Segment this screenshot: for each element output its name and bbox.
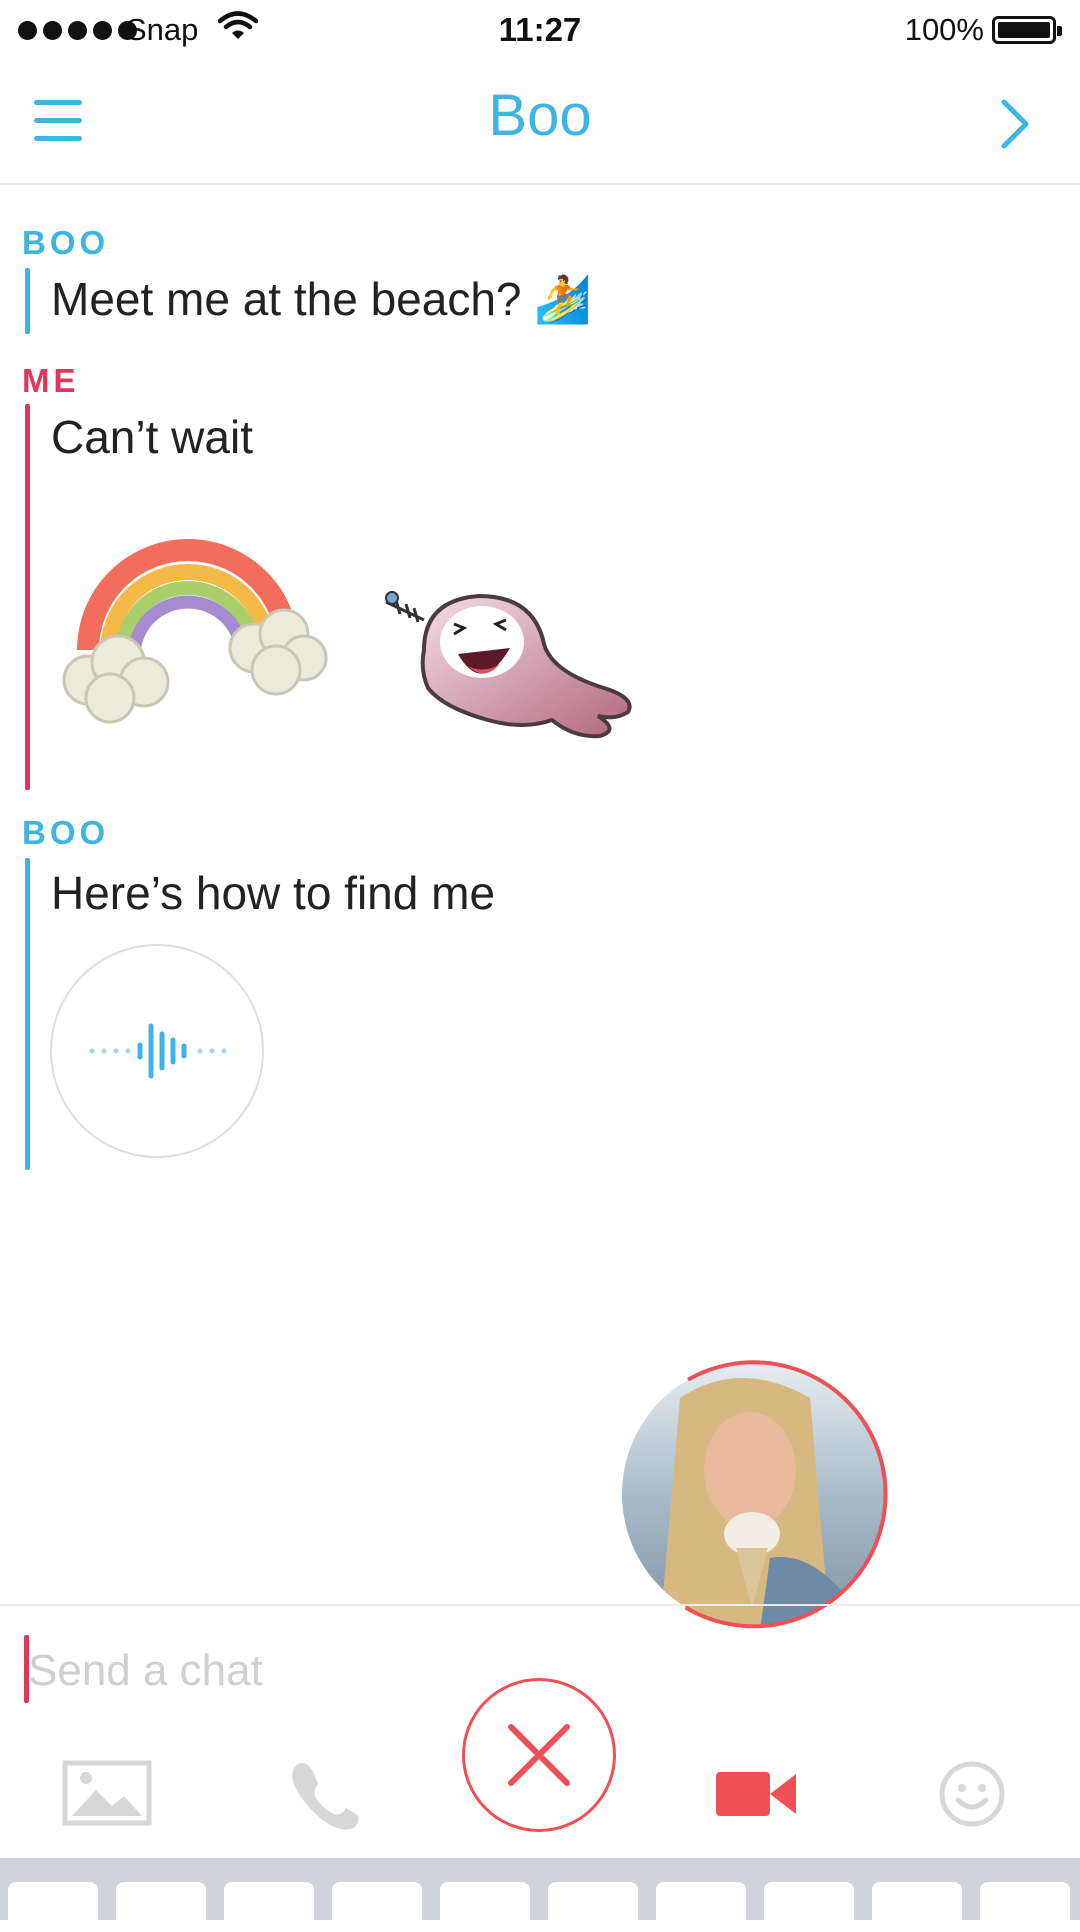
keyboard-key[interactable] [764,1882,854,1932]
message-text: Here’s how to find me [51,867,496,919]
sticker-button[interactable] [938,1760,1006,1833]
keyboard [0,1858,1080,1932]
audio-waveform-icon [89,1023,227,1079]
rainbow-sticker[interactable] [48,530,348,730]
message-group-bar [25,268,30,334]
image-icon [62,1760,152,1826]
gallery-button[interactable] [62,1760,152,1831]
sender-label: ME [22,362,80,399]
message-text: Can’t wait [51,411,253,463]
ghost-sticker[interactable] [384,580,644,750]
keyboard-key[interactable] [872,1882,962,1932]
smiley-icon [939,1761,1005,1827]
status-bar: Snap 11:27 100% [0,0,1080,60]
video-chat-button[interactable] [716,1768,796,1825]
sender-label: BOO [22,224,110,261]
keyboard-key[interactable] [116,1882,206,1932]
close-icon [508,1724,570,1786]
chevron-right-icon [1001,99,1029,149]
message-group-bar [25,404,30,790]
keyboard-key[interactable] [8,1882,98,1932]
keyboard-key[interactable] [332,1882,422,1932]
battery-percentage: 100% [904,12,984,47]
forward-button[interactable] [996,96,1036,152]
keyboard-key[interactable] [656,1882,746,1932]
keyboard-key[interactable] [440,1882,530,1932]
keyboard-key[interactable] [224,1882,314,1932]
sender-label: BOO [22,814,110,851]
cancel-recording-button[interactable] [462,1678,616,1832]
conversation-title: Boo [488,83,592,148]
keyboard-key[interactable] [980,1882,1070,1932]
battery-icon [992,16,1062,44]
input-divider [0,1604,1080,1606]
audio-note-button[interactable] [50,944,264,1158]
call-button[interactable] [286,1756,362,1837]
keyboard-key[interactable] [548,1882,638,1932]
message-text: Meet me at the beach? 🏄 [51,273,592,325]
phone-icon [292,1763,359,1830]
message-group-bar [25,858,30,1170]
video-recording-preview[interactable] [620,1358,892,1630]
chat-header: Boo [0,60,1080,185]
video-camera-icon [716,1772,796,1816]
